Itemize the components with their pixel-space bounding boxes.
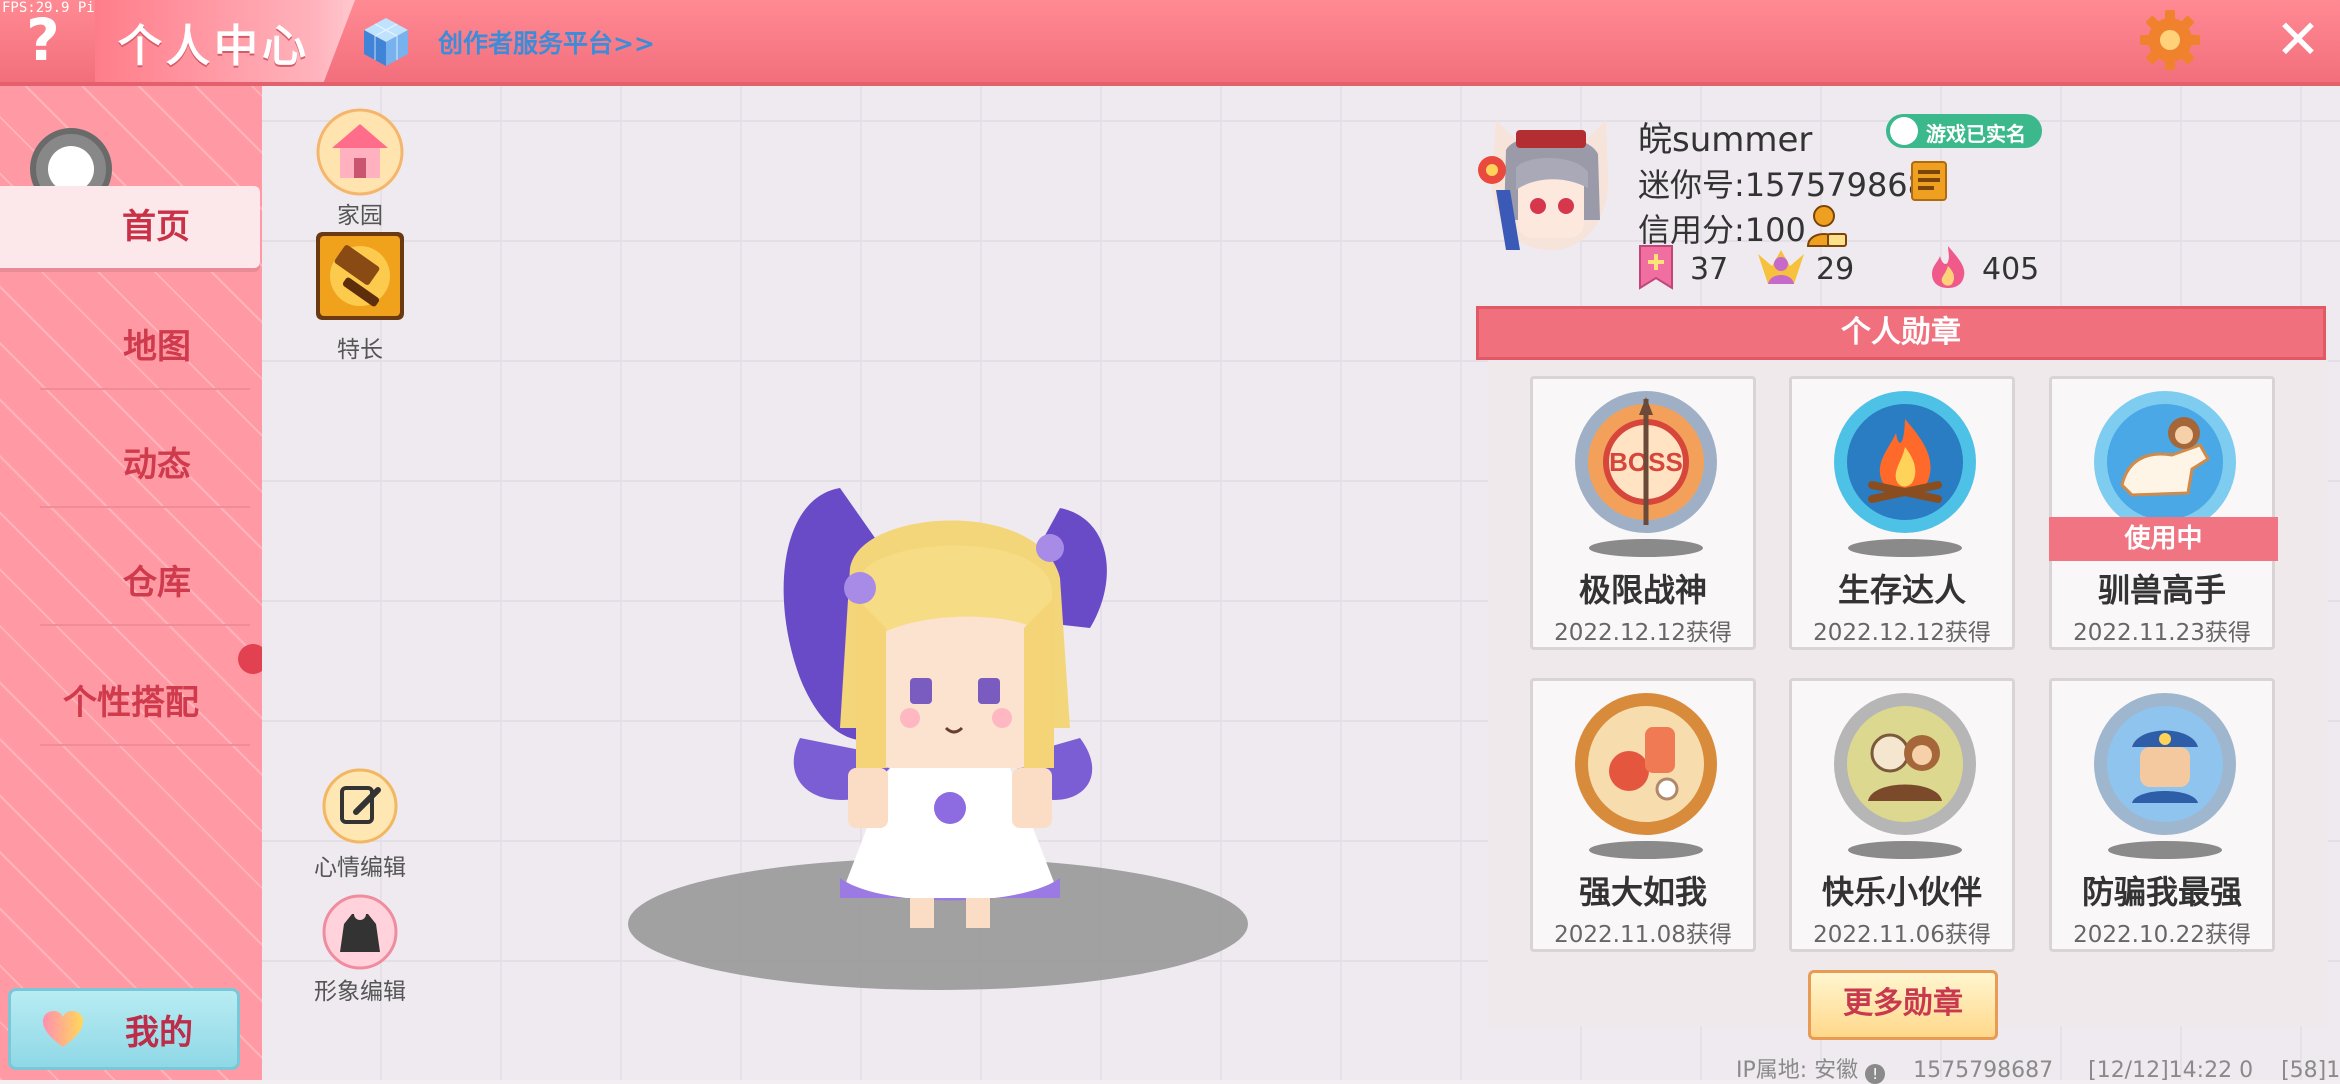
medal-date: 2022.11.08获得 — [1554, 922, 1732, 948]
heart-icon — [43, 1011, 83, 1047]
creator-platform-link[interactable]: 创作者服务平台>> — [438, 24, 655, 60]
close-icon[interactable]: ✕ — [2270, 10, 2326, 70]
sidebar-item-warehouse[interactable]: 仓库 — [0, 542, 262, 624]
sidebar-item-label: 动态 — [123, 445, 191, 485]
home-icon[interactable] — [316, 108, 404, 196]
medal-date: 2022.12.12获得 — [1813, 620, 1991, 646]
medal-name: 防骗我最强 — [2081, 873, 2242, 911]
top-bar: FPS:29.9 Ping:0 ? 个人中心 创作者服务平台>> ✕ — [0, 0, 2340, 86]
skill-hammer-icon[interactable] — [316, 232, 404, 320]
mood-edit-label: 心情编辑 — [314, 855, 406, 881]
profile-avatar[interactable] — [1476, 110, 1624, 260]
sidebar-item-label: 首页 — [122, 207, 190, 247]
boss-spear-medal-icon: BOSS — [1575, 391, 1717, 533]
medal-date: 2022.11.06获得 — [1813, 922, 1991, 948]
sidebar-item-home[interactable]: 首页 — [0, 186, 260, 268]
heat-count: 405 — [1982, 252, 2040, 287]
edit-look-icon[interactable] — [322, 894, 398, 970]
character-avatar[interactable] — [760, 478, 1140, 938]
more-medals-button[interactable]: 更多勋章 — [1808, 970, 1998, 1040]
sidebar-item-label: 个性搭配 — [63, 683, 199, 723]
medal-shadow — [1589, 539, 1703, 557]
medal-shadow — [1848, 841, 1962, 859]
profile-name: 皖summer — [1638, 120, 1813, 160]
monkey-rider-medal-icon — [2094, 391, 2236, 533]
divider — [40, 624, 250, 626]
divider — [40, 744, 250, 746]
mine-button-label: 我的 — [125, 1013, 193, 1053]
credit-user-icon[interactable] — [1806, 204, 1848, 248]
sidebar-item-outfit[interactable]: 个性搭配 — [0, 662, 262, 744]
gear-icon[interactable] — [2138, 8, 2202, 72]
real-name-badge: 游戏已实名 — [1886, 114, 2042, 148]
friends-medal-icon — [1834, 693, 1976, 835]
info-icon[interactable]: ! — [1865, 1064, 1886, 1084]
medal-card[interactable]: BOSS 极限战神 2022.12.12获得 — [1530, 376, 1756, 650]
fans-count: 29 — [1816, 252, 1855, 287]
look-edit-label: 形象编辑 — [314, 979, 406, 1005]
medal-card[interactable]: 使用中 驯兽高手 2022.11.23获得 — [2049, 376, 2278, 650]
skill-label: 特长 — [337, 337, 383, 363]
footer-info: IP属地: 安徽 ! 1575798687 [12/12]14:22 0 [58… — [1736, 1052, 2340, 1084]
medals-title: 个人勋章 — [1476, 306, 2326, 360]
medal-card[interactable]: 快乐小伙伴 2022.11.06获得 — [1789, 678, 2015, 952]
sidebar-item-label: 地图 — [123, 327, 191, 367]
cube-icon[interactable] — [362, 16, 410, 68]
medal-date: 2022.10.22获得 — [2073, 922, 2251, 948]
help-button[interactable]: ? — [20, 10, 66, 70]
food-plate-medal-icon — [1575, 693, 1717, 835]
real-name-badge-text: 游戏已实名 — [1926, 122, 2026, 146]
verified-user-icon — [1890, 117, 1918, 145]
medal-date: 2022.11.23获得 — [2073, 620, 2251, 646]
medal-name: 驯兽高手 — [2097, 571, 2226, 609]
sidebar-item-map[interactable]: 地图 — [0, 306, 262, 388]
campfire-medal-icon — [1834, 391, 1976, 533]
medal-card[interactable]: 生存达人 2022.12.12获得 — [1789, 376, 2015, 650]
medal-name: 生存达人 — [1837, 571, 1966, 609]
fire-icon — [1932, 246, 1965, 288]
police-medal-icon — [2094, 693, 2236, 835]
medal-date: 2022.12.12获得 — [1554, 620, 1732, 646]
footer-time: [12/12]14:22 0 — [2088, 1058, 2254, 1083]
home-label: 家园 — [337, 203, 383, 229]
page-title: 个人中心 — [118, 21, 310, 72]
copy-icon[interactable] — [1910, 160, 1948, 202]
footer-version: [58]1.20.10 — [2281, 1058, 2340, 1083]
medal-name: 快乐小伙伴 — [1821, 873, 1982, 911]
ip-location: IP属地: 安徽 — [1736, 1058, 1859, 1083]
fans-icon — [1758, 250, 1804, 284]
sidebar-item-label: 仓库 — [123, 563, 191, 603]
medal-shadow — [2108, 841, 2222, 859]
collect-count: 37 — [1690, 252, 1729, 287]
sidebar-item-feed[interactable]: 动态 — [0, 424, 262, 506]
in-use-badge: 使用中 — [2049, 517, 2278, 561]
medal-shadow — [1589, 841, 1703, 859]
medal-name: 极限战神 — [1578, 571, 1707, 609]
collect-bookmark-icon — [1639, 245, 1673, 290]
medal-card[interactable]: 防骗我最强 2022.10.22获得 — [2049, 678, 2275, 952]
medal-card[interactable]: 强大如我 2022.11.08获得 — [1530, 678, 1756, 952]
medal-name: 强大如我 — [1578, 873, 1707, 911]
edit-mood-icon[interactable] — [322, 768, 398, 844]
divider — [40, 506, 250, 508]
mini-id: 迷你号:1575798687 — [1638, 166, 1949, 204]
medal-shadow — [1848, 539, 1962, 557]
mine-button[interactable]: 我的 — [8, 988, 240, 1070]
divider — [40, 388, 250, 390]
footer-uid: 1575798687 — [1913, 1058, 2054, 1083]
